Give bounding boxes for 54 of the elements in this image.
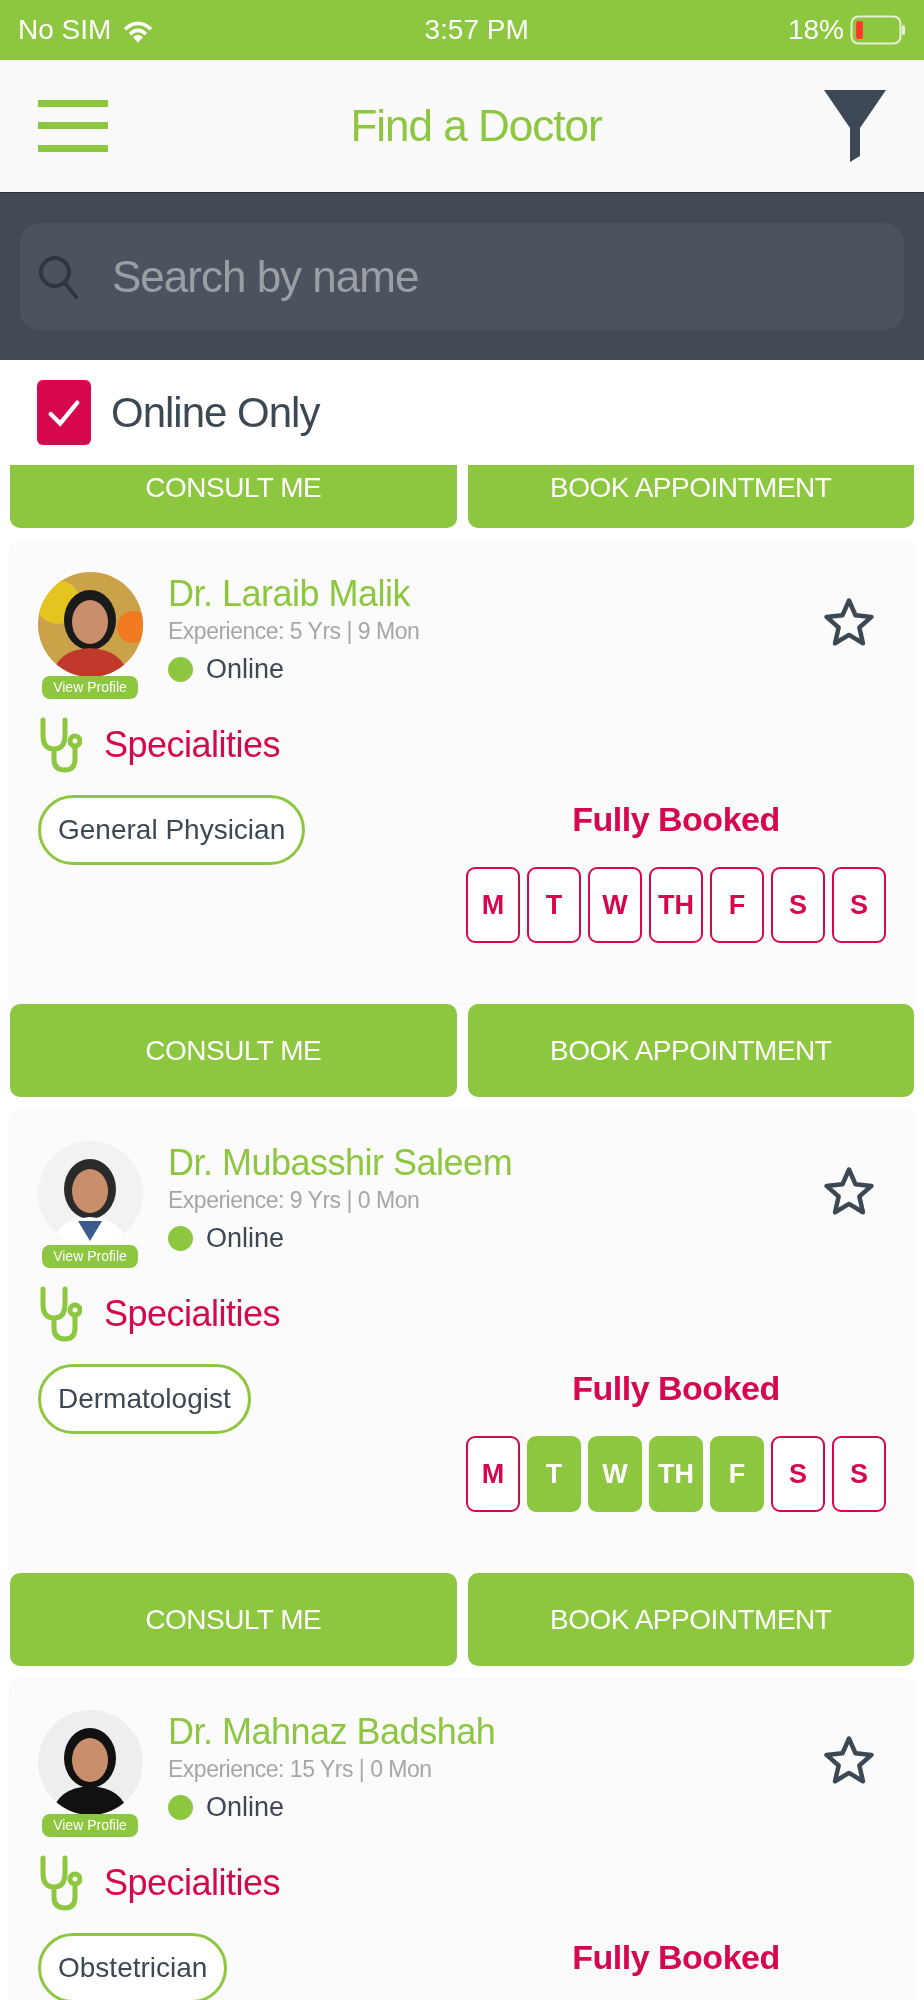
day-chip: S xyxy=(771,867,825,943)
view-profile-button[interactable]: View Profile xyxy=(42,1814,138,1837)
stethoscope-icon xyxy=(38,1855,82,1911)
day-chip: S xyxy=(832,867,886,943)
doctor-name: Dr. Mahnaz Badshah xyxy=(168,1710,496,1754)
online-status-text: Online xyxy=(206,1791,285,1824)
stethoscope-icon xyxy=(38,1286,82,1342)
battery-icon xyxy=(850,15,906,45)
page-title: Find a Doctor xyxy=(349,100,602,152)
day-chip: F xyxy=(710,867,764,943)
speciality-tag: Dermatologist xyxy=(38,1364,251,1434)
online-only-label: Online Only xyxy=(111,388,320,438)
book-appointment-button[interactable]: BOOK APPOINTMENT xyxy=(467,465,914,528)
day-chip: T xyxy=(527,1436,581,1512)
doctor-name: Dr. Laraib Malik xyxy=(168,572,412,616)
speciality-tag: Obstetrician xyxy=(38,1933,228,2000)
day-chip: M xyxy=(466,867,520,943)
day-chip: TH xyxy=(649,867,703,943)
view-profile-button[interactable]: View Profile xyxy=(42,676,138,699)
book-appointment-button[interactable]: BOOK APPOINTMENT xyxy=(467,1573,914,1666)
view-profile-button[interactable]: View Profile xyxy=(42,1245,138,1268)
time-text: 3:57 PM xyxy=(423,13,529,47)
online-status-text: Online xyxy=(206,653,285,686)
battery-text: 18% xyxy=(787,13,844,47)
speciality-tag: General Physician xyxy=(38,795,306,865)
day-chip: TH xyxy=(649,1436,703,1512)
day-chip: F xyxy=(710,1436,764,1512)
availability-text: Fully Booked xyxy=(572,1368,780,1409)
search-icon xyxy=(38,253,78,301)
filter-icon[interactable] xyxy=(824,90,886,162)
specialities-heading: Specialities xyxy=(104,1292,281,1336)
day-chip: M xyxy=(466,1436,520,1512)
availability-text: Fully Booked xyxy=(572,799,780,840)
availability-text: Fully Booked xyxy=(572,1937,780,1978)
day-chip: S xyxy=(832,1436,886,1512)
consult-button[interactable]: CONSULT ME xyxy=(10,465,457,528)
specialities-heading: Specialities xyxy=(104,1861,281,1905)
experience-text: Experience: 15 Yrs | 0 Mon xyxy=(168,1755,433,1784)
day-chip: W xyxy=(588,1436,642,1512)
day-chip: W xyxy=(588,867,642,943)
online-only-checkbox[interactable] xyxy=(37,380,91,445)
day-chip: S xyxy=(771,1436,825,1512)
consult-button[interactable]: CONSULT ME xyxy=(10,1004,457,1097)
book-appointment-button[interactable]: BOOK APPOINTMENT xyxy=(467,1004,914,1097)
doctor-name: Dr. Mubasshir Saleem xyxy=(168,1141,513,1185)
day-chip: T xyxy=(527,867,581,943)
search-field[interactable]: Search by name xyxy=(20,223,904,330)
experience-text: Experience: 9 Yrs | 0 Mon xyxy=(168,1186,421,1215)
specialities-heading: Specialities xyxy=(104,723,281,767)
carrier-text: No SIM xyxy=(18,13,112,47)
experience-text: Experience: 5 Yrs | 9 Mon xyxy=(168,617,420,646)
consult-button[interactable]: CONSULT ME xyxy=(10,1573,457,1666)
stethoscope-icon xyxy=(38,717,82,773)
online-status-text: Online xyxy=(206,1222,285,1255)
